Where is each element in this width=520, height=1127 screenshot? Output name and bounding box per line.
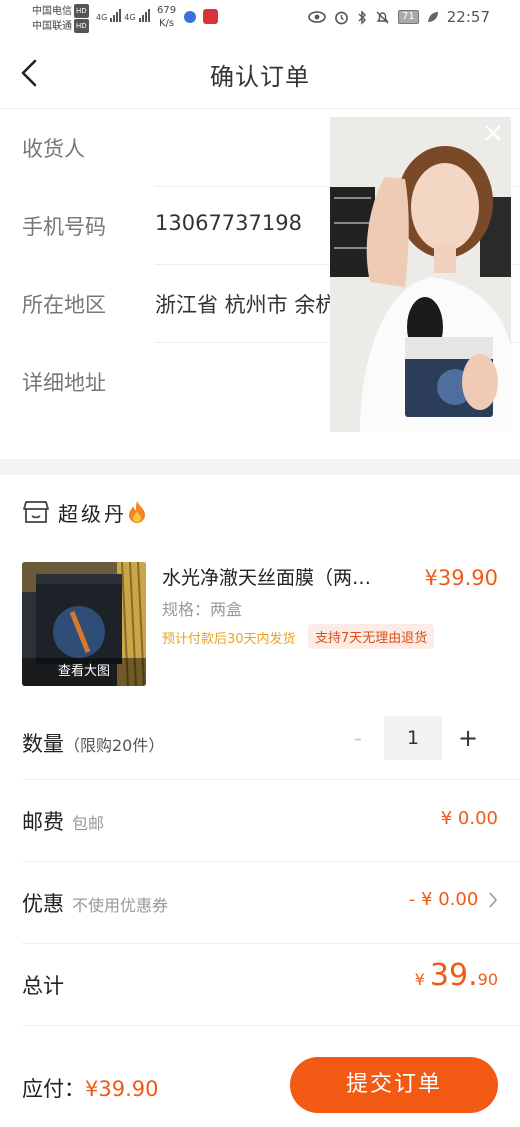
- hd-badge: HD: [74, 19, 89, 33]
- signal-strength-icon: [138, 8, 150, 22]
- live-video-frame: [330, 117, 511, 432]
- clock: 22:57: [446, 8, 490, 26]
- shop-header[interactable]: 超级丹: [22, 497, 147, 527]
- battery-icon: 71: [398, 10, 419, 24]
- product-name: 水光净澈天丝面膜（两…: [162, 567, 372, 589]
- close-icon[interactable]: [483, 123, 503, 143]
- speed-unit: K/s: [158, 18, 175, 29]
- hd-badge: HD: [74, 4, 89, 18]
- payable-value: ¥39.90: [85, 1077, 159, 1101]
- system-icons: 71 22:57: [308, 8, 490, 26]
- carrier-info: 中国电信 HD 中国联通 HD: [32, 4, 89, 34]
- speed-value: 679: [157, 5, 177, 16]
- bluetooth-icon: [358, 9, 367, 25]
- floating-live-video[interactable]: [330, 117, 511, 432]
- total-row: 总计 ¥ 39.90: [22, 944, 520, 1026]
- eye-icon: [308, 11, 326, 23]
- discount-value-wrap[interactable]: - ¥ 0.00: [409, 889, 498, 910]
- return-policy-tag: 支持7天无理由退货: [308, 624, 435, 649]
- detail-address-label: 详细地址: [22, 371, 106, 395]
- discount-value: - ¥ 0.00: [408, 889, 479, 910]
- signal-strength-icon: [110, 8, 122, 22]
- postage-sub: 包邮: [72, 814, 105, 833]
- total-currency: ¥: [414, 970, 425, 989]
- phone-input[interactable]: 13067737198: [155, 211, 302, 235]
- postage-title: 邮费: [22, 810, 64, 834]
- status-bar: 中国电信 HD 中国联通 HD 4G 4G 679 K/s 71 22:57: [0, 0, 520, 38]
- store-icon: [23, 501, 49, 523]
- nav-header: 确认订单: [0, 38, 520, 109]
- carrier-1: 中国电信: [32, 6, 72, 17]
- product-price: ¥39.90: [424, 566, 498, 590]
- region-label: 所在地区: [22, 293, 106, 317]
- payable-label: 应付：: [22, 1077, 85, 1101]
- section-gap: [0, 459, 520, 475]
- checkout-bar: 应付：¥39.90 提交订单: [0, 1043, 520, 1127]
- leaf-icon: [427, 12, 438, 22]
- quantity-stepper[interactable]: - 1 +: [332, 716, 494, 760]
- payable-amount: 应付：¥39.90: [22, 1073, 158, 1103]
- page-title: 确认订单: [210, 63, 310, 91]
- chevron-right-icon: [489, 892, 498, 908]
- postage-value: ¥ 0.00: [440, 808, 498, 829]
- region-select[interactable]: 浙江省 杭州市 余杭: [155, 289, 336, 319]
- shipping-note: 预计付款后30天内发货: [162, 632, 296, 647]
- total-integer: 39.: [429, 958, 478, 993]
- decrease-button[interactable]: -: [332, 724, 384, 752]
- postage-row: 邮费 包邮 ¥ 0.00: [22, 780, 520, 862]
- phone-label: 手机号码: [22, 215, 106, 239]
- quantity-limit: （限购20件）: [64, 736, 165, 755]
- product-thumbnail[interactable]: 查看大图: [22, 562, 146, 686]
- submit-order-button[interactable]: 提交订单: [290, 1057, 498, 1113]
- increase-button[interactable]: +: [442, 724, 494, 752]
- coupon-status: 不使用优惠券: [72, 896, 169, 915]
- app-notification-icon: [203, 9, 218, 24]
- fire-icon: [129, 501, 145, 523]
- total-label: 总计: [22, 974, 64, 998]
- quantity-value[interactable]: 1: [384, 716, 442, 760]
- discount-title: 优惠: [22, 892, 64, 916]
- consignee-label: 收货人: [22, 137, 85, 161]
- total-decimal: 90: [477, 970, 498, 989]
- alarm-icon: [335, 11, 348, 24]
- quantity-row: 数量（限购20件） - 1 +: [22, 710, 520, 780]
- shop-name: 超级丹: [58, 501, 127, 526]
- discount-row[interactable]: 优惠 不使用优惠券 - ¥ 0.00: [22, 862, 520, 944]
- view-large-image[interactable]: 查看大图: [22, 658, 146, 686]
- network-speed: 679 K/s: [157, 4, 176, 30]
- quantity-label: 数量（限购20件）: [22, 728, 164, 758]
- signal-icons: 4G 4G: [96, 8, 150, 22]
- carrier-2: 中国联通: [32, 21, 72, 32]
- discount-label: 优惠 不使用优惠券: [22, 888, 168, 918]
- quantity-title: 数量: [22, 732, 64, 756]
- mute-bell-icon: [376, 11, 389, 23]
- total-value: ¥ 39.90: [415, 958, 498, 993]
- postage-label: 邮费 包邮: [22, 806, 104, 836]
- network-type-1: 4G: [96, 13, 108, 22]
- app-notification-icon: [184, 11, 196, 23]
- network-type-2: 4G: [124, 13, 136, 22]
- product-spec: 规格：两盒: [162, 600, 243, 619]
